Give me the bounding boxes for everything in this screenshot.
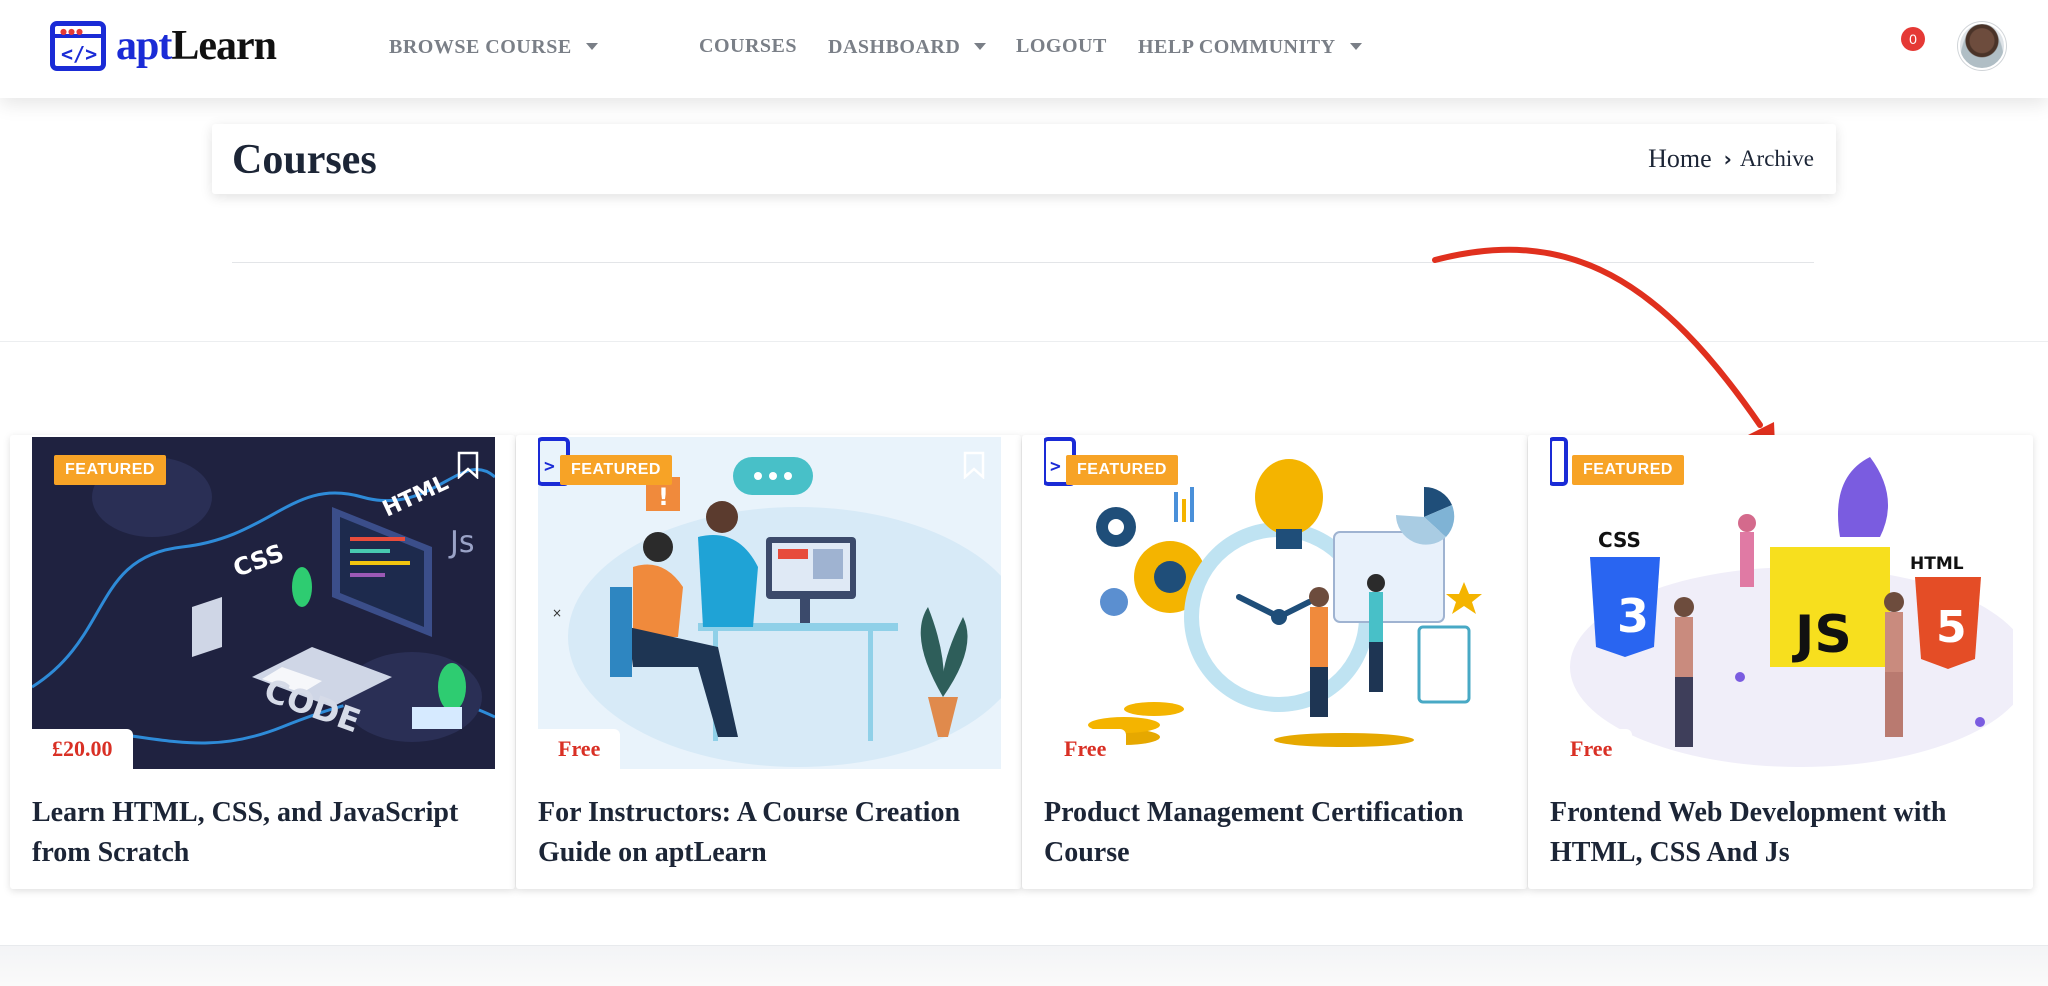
featured-badge: FEATURED (1066, 455, 1178, 485)
chevron-right-icon: › (1723, 147, 1732, 171)
brand-name: aptLearn (116, 23, 277, 69)
next-section-edge (0, 945, 2048, 986)
breadcrumb: Home › Archive (1648, 144, 1814, 174)
svg-text:Js: Js (448, 525, 474, 560)
nav-courses-label: COURSES (699, 35, 797, 57)
svg-text:×: × (552, 606, 562, 620)
svg-text:>: > (544, 456, 555, 477)
nav-dashboard-label: DASHBOARD (828, 36, 961, 58)
course-card[interactable]: > FEATURED Free Product Management Certi… (1022, 435, 1527, 889)
nav-dashboard[interactable]: DASHBOARD (828, 36, 987, 59)
bookmark-icon[interactable] (457, 451, 479, 479)
caret-down-icon (1349, 42, 1362, 50)
course-title[interactable]: For Instructors: A Course Creation Guide… (538, 793, 1003, 873)
price-tag: Free (1044, 729, 1127, 769)
html-css-js-illustration[interactable]: CSS 3 JS HTML 5 FEATURED Free (1550, 437, 2013, 769)
svg-text:>: > (1050, 456, 1061, 477)
bookmark-icon[interactable] (963, 451, 985, 479)
svg-text:3: 3 (1617, 589, 1649, 643)
breadcrumb-current: Archive (1739, 146, 1814, 171)
featured-badge: FEATURED (54, 455, 166, 485)
course-title[interactable]: Learn HTML, CSS, and JavaScript from Scr… (32, 793, 497, 873)
course-title[interactable]: Frontend Web Development with HTML, CSS … (1550, 793, 2015, 873)
page-title: Courses (232, 137, 377, 183)
price-tag: Free (1550, 729, 1633, 769)
top-navbar: ●●● </> aptLearn BROWSE COURSE COURSES D… (0, 0, 2048, 98)
course-card[interactable]: CSS 3 JS HTML 5 FEATURED Free Frontend W… (1528, 435, 2033, 889)
course-card[interactable]: > ! × FEATURED Free For Instructors: A C… (516, 435, 1021, 889)
coding-workstation-illustration[interactable]: CSS HTML Js CODE FEATURED £20.00 (32, 437, 495, 769)
course-card[interactable]: CSS HTML Js CODE FEATURED £20.00 Learn H… (10, 435, 515, 889)
featured-badge: FEATURED (560, 455, 672, 485)
notification-badge[interactable]: 0 (1901, 27, 1925, 51)
nav-courses[interactable]: COURSES (699, 35, 797, 58)
nav-logout-label: LOGOUT (1016, 35, 1107, 57)
svg-text:JS: JS (1792, 605, 1852, 665)
price-tag: £20.00 (32, 729, 133, 769)
course-title[interactable]: Product Management Certification Course (1044, 793, 1509, 873)
nav-logout[interactable]: LOGOUT (1016, 35, 1107, 58)
time-management-illustration[interactable]: > FEATURED Free (1044, 437, 1507, 769)
page-header: Courses Home › Archive (212, 124, 1836, 194)
svg-text:5: 5 (1936, 602, 1967, 653)
code-window-icon: ●●● </> (50, 21, 106, 71)
caret-down-icon (974, 42, 987, 50)
nav-help-community[interactable]: HELP COMMUNITY (1138, 36, 1362, 59)
svg-text:!: ! (658, 483, 669, 511)
brand-logo[interactable]: ●●● </> aptLearn (50, 20, 277, 72)
user-avatar[interactable] (1958, 22, 2006, 70)
nav-help-community-label: HELP COMMUNITY (1138, 36, 1336, 58)
svg-text:CSS: CSS (1598, 528, 1641, 552)
featured-badge: FEATURED (1572, 455, 1684, 485)
breadcrumb-home[interactable]: Home (1648, 144, 1712, 174)
course-grid: CSS HTML Js CODE FEATURED £20.00 Learn H… (10, 435, 2038, 889)
price-tag: Free (538, 729, 621, 769)
svg-text:HTML: HTML (1910, 554, 1964, 574)
instructor-at-desk-illustration[interactable]: > ! × FEATURED Free (538, 437, 1001, 769)
caret-down-icon (585, 42, 598, 50)
nav-browse-course-label: BROWSE COURSE (389, 36, 572, 58)
nav-browse-course[interactable]: BROWSE COURSE (389, 36, 598, 59)
